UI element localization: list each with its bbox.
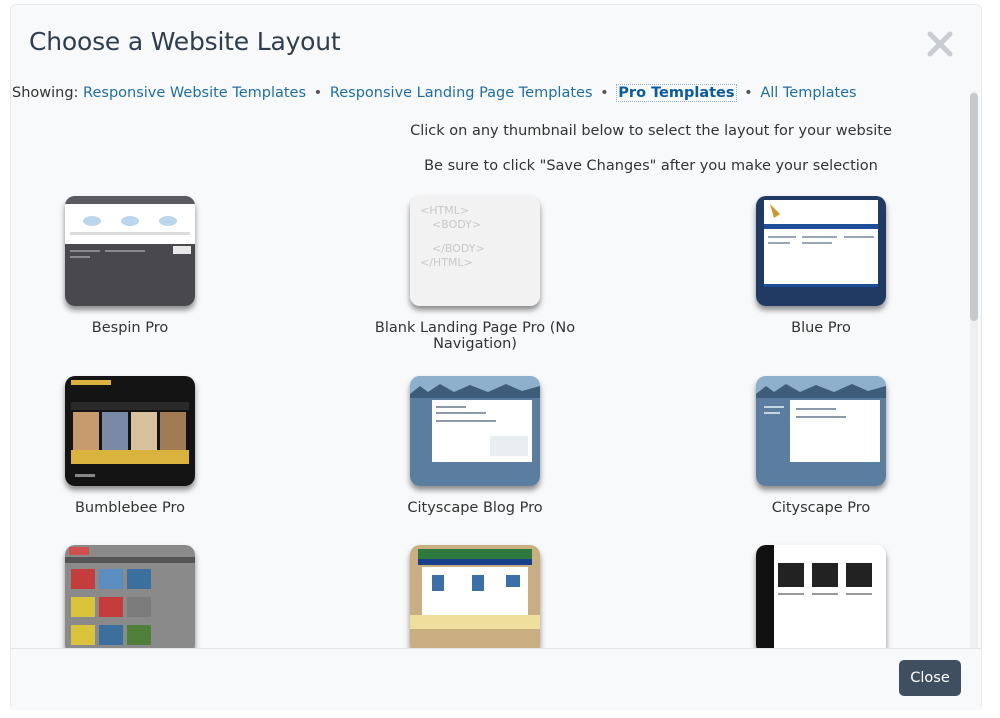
blank-thumb-text-body: <BODY> xyxy=(432,218,481,231)
filter-separator: • xyxy=(313,85,323,101)
instruction-select: Click on any thumbnail below to select t… xyxy=(410,123,892,139)
template-thumbnail[interactable] xyxy=(65,545,195,655)
filter-prefix: Showing: xyxy=(12,85,79,101)
filter-link-responsive-landing[interactable]: Responsive Landing Page Templates xyxy=(330,85,593,101)
scrollbar-thumb[interactable] xyxy=(970,93,978,321)
template-tile-bespin[interactable]: Bespin Pro xyxy=(20,196,240,336)
blank-thumb-text-html-close: </HTML> xyxy=(420,256,473,269)
blank-thumb-text-body-close: </BODY> xyxy=(432,242,485,255)
template-name: Blue Pro xyxy=(791,320,851,336)
template-name: Cityscape Blog Pro xyxy=(407,500,543,516)
template-tile-cityscape[interactable]: Cityscape Pro xyxy=(711,376,931,516)
blank-thumb-text-html: <HTML> xyxy=(420,204,469,217)
template-thumbnail[interactable] xyxy=(756,376,886,486)
filter-separator: • xyxy=(744,85,753,101)
close-icon[interactable] xyxy=(923,27,957,61)
template-thumbnail[interactable] xyxy=(65,196,195,306)
template-thumbnail[interactable] xyxy=(65,376,195,486)
template-tile-blank-landing[interactable]: <HTML> <BODY> </BODY> </HTML> Blank Land… xyxy=(365,196,585,352)
filter-link-responsive-website[interactable]: Responsive Website Templates xyxy=(83,85,306,101)
filter-separator: • xyxy=(600,85,609,101)
template-thumbnail[interactable]: <HTML> <BODY> </BODY> </HTML> xyxy=(410,196,540,306)
filter-link-pro-templates[interactable]: Pro Templates xyxy=(616,84,737,102)
modal-title: Choose a Website Layout xyxy=(29,27,341,56)
template-thumbnail[interactable] xyxy=(410,545,540,655)
template-name: Cityscape Pro xyxy=(771,500,871,516)
template-name: Blank Landing Page Pro (No Navigation) xyxy=(374,320,576,352)
template-tile-blue[interactable]: Blue Pro xyxy=(711,196,931,336)
scrollbar[interactable] xyxy=(970,91,978,651)
instruction-save: Be sure to click "Save Changes" after yo… xyxy=(424,158,878,174)
close-button[interactable]: Close xyxy=(899,660,961,696)
template-thumbnail[interactable] xyxy=(756,196,886,306)
template-name: Bespin Pro xyxy=(91,320,169,336)
template-thumbnail[interactable] xyxy=(756,545,886,655)
template-thumbnail[interactable] xyxy=(410,376,540,486)
template-filter: Showing: Responsive Website Templates • … xyxy=(12,84,857,102)
template-name: Bumblebee Pro xyxy=(74,500,186,516)
modal-footer: Close xyxy=(11,648,981,710)
layout-modal: Choose a Website Layout Showing: Respons… xyxy=(10,4,982,710)
template-tile-cityscape-blog[interactable]: Cityscape Blog Pro xyxy=(365,376,585,516)
template-tile-bumblebee[interactable]: Bumblebee Pro xyxy=(20,376,240,516)
filter-link-all-templates[interactable]: All Templates xyxy=(760,85,856,101)
